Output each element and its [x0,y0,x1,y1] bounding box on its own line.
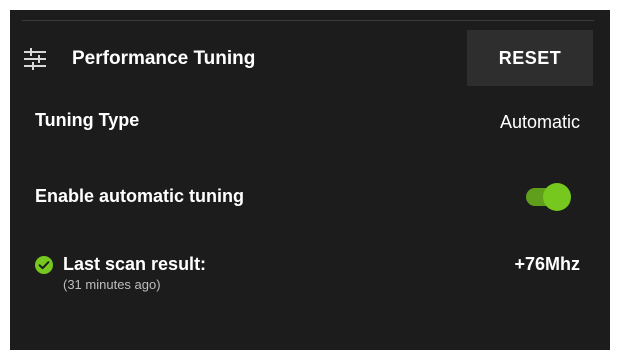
panel-title: Performance Tuning [72,48,256,69]
tuning-type-label: Tuning Type [35,110,140,130]
tuning-type-row: Tuning Type Automatic [10,106,593,138]
performance-tuning-panel: Performance Tuning RESET Tuning Type Aut… [10,10,610,350]
top-divider [22,20,594,21]
auto-tuning-toggle[interactable] [526,183,571,211]
sliders-icon [24,48,46,70]
last-scan-row: Last scan result: (31 minutes ago) +76Mh… [10,248,593,298]
tuning-type-value: Automatic [499,112,580,132]
last-scan-value: +76Mhz [514,254,580,274]
auto-tuning-row: Enable automatic tuning [10,182,593,216]
check-circle-icon [35,256,53,274]
reset-button[interactable]: RESET [467,30,593,86]
auto-tuning-label: Enable automatic tuning [35,186,245,206]
last-scan-time: (31 minutes ago) [63,277,161,292]
panel-header: Performance Tuning RESET [10,30,593,86]
toggle-knob [543,183,571,211]
last-scan-label: Last scan result: [63,254,207,274]
